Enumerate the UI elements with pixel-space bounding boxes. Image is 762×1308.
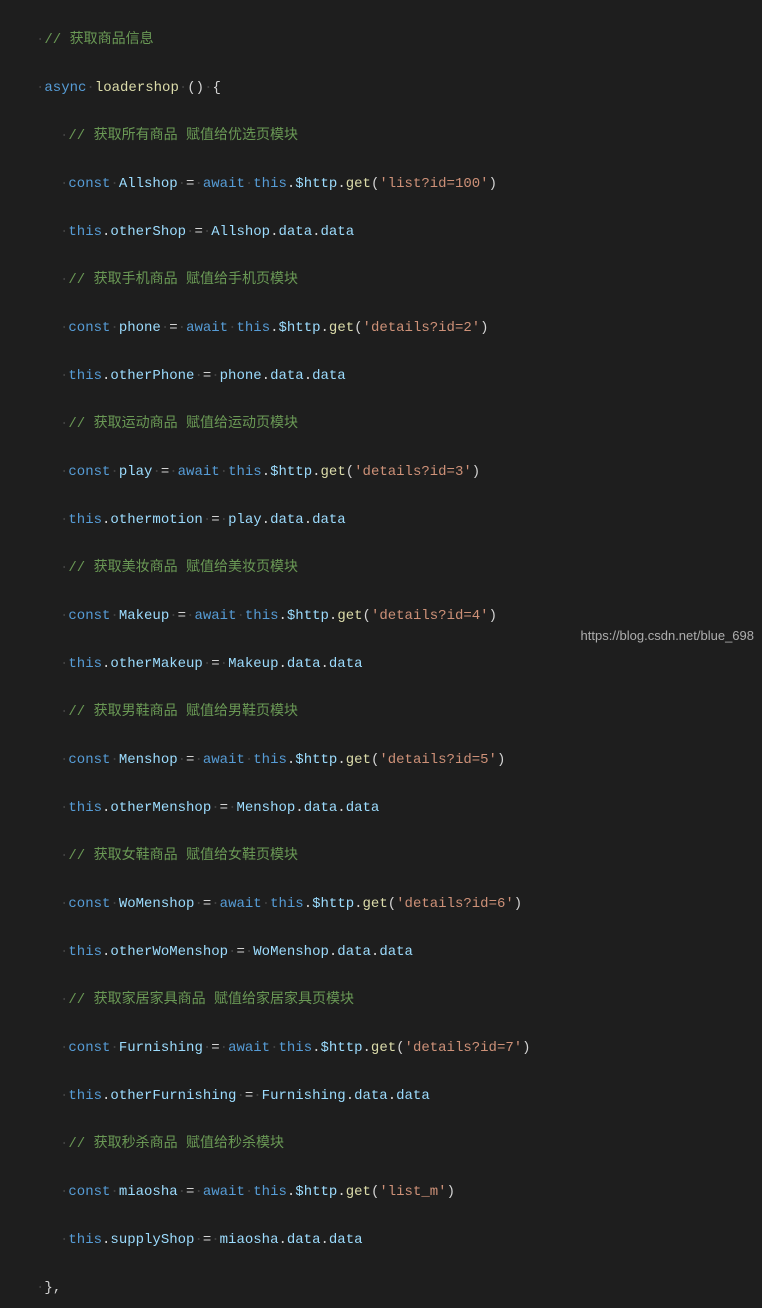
- code-line: ·this.otherPhone·=·phone.data.data: [12, 364, 762, 388]
- code-line: ·const·miaosha·=·await·this.$http.get('l…: [12, 1180, 762, 1204]
- code-line: ·this.otherMenshop·=·Menshop.data.data: [12, 796, 762, 820]
- code-line: ·// 获取男鞋商品 赋值给男鞋页模块: [12, 700, 762, 724]
- code-line: ·const·phone·=·await·this.$http.get('det…: [12, 316, 762, 340]
- code-line: ·this.otherShop·=·Allshop.data.data: [12, 220, 762, 244]
- code-line: ·const·WoMenshop·=·await·this.$http.get(…: [12, 892, 762, 916]
- code-editor[interactable]: ·// 获取商品信息 ·async·loadershop·()·{ ·// 获取…: [0, 4, 762, 1308]
- code-line: ·this.otherFurnishing·=·Furnishing.data.…: [12, 1084, 762, 1108]
- code-line: ·this.otherWoMenshop·=·WoMenshop.data.da…: [12, 940, 762, 964]
- code-line: ·this.othermotion·=·play.data.data: [12, 508, 762, 532]
- code-line: ·async·loadershop·()·{: [12, 76, 762, 100]
- code-line: ·// 获取美妆商品 赋值给美妆页模块: [12, 556, 762, 580]
- code-line: ·// 获取女鞋商品 赋值给女鞋页模块: [12, 844, 762, 868]
- code-line: ·},: [12, 1276, 762, 1300]
- code-line: ·// 获取商品信息: [12, 28, 762, 52]
- code-line: ·// 获取家居家具商品 赋值给家居家具页模块: [12, 988, 762, 1012]
- code-line: ·const·play·=·await·this.$http.get('deta…: [12, 460, 762, 484]
- code-line: ·const·Menshop·=·await·this.$http.get('d…: [12, 748, 762, 772]
- code-line: ·// 获取秒杀商品 赋值给秒杀模块: [12, 1132, 762, 1156]
- code-line: ·const·Furnishing·=·await·this.$http.get…: [12, 1036, 762, 1060]
- code-line: ·// 获取运动商品 赋值给运动页模块: [12, 412, 762, 436]
- code-line: ·// 获取所有商品 赋值给优选页模块: [12, 124, 762, 148]
- code-line: ·const·Allshop·=·await·this.$http.get('l…: [12, 172, 762, 196]
- code-line: ·// 获取手机商品 赋值给手机页模块: [12, 268, 762, 292]
- watermark: https://blog.csdn.net/blue_698: [581, 624, 754, 648]
- code-line: ·this.otherMakeup·=·Makeup.data.data: [12, 652, 762, 676]
- code-line: ·this.supplyShop·=·miaosha.data.data: [12, 1228, 762, 1252]
